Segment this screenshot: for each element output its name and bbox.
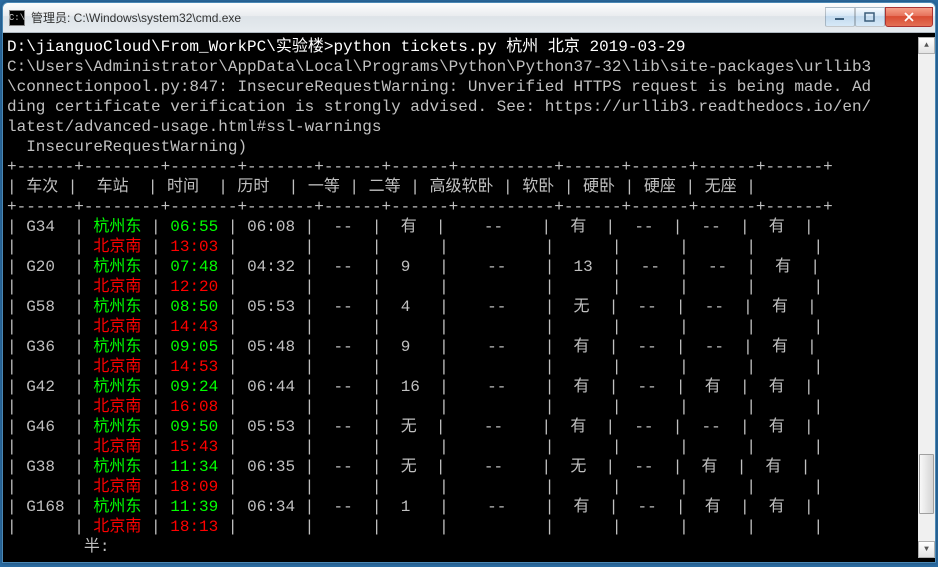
minimize-button[interactable] <box>825 7 855 27</box>
console-output[interactable]: D:\jianguoCloud\From_WorkPC\实验楼>python t… <box>7 37 917 558</box>
minimize-icon <box>834 12 846 22</box>
title-bar[interactable]: C:\ 管理员: C:\Windows\system32\cmd.exe <box>3 3 935 33</box>
window-title: 管理员: C:\Windows\system32\cmd.exe <box>31 9 825 26</box>
scroll-track[interactable] <box>918 54 935 541</box>
scroll-thumb[interactable] <box>919 454 934 514</box>
close-icon <box>903 12 915 22</box>
client-area: D:\jianguoCloud\From_WorkPC\实验楼>python t… <box>3 33 935 562</box>
maximize-button[interactable] <box>855 7 885 27</box>
window-controls <box>825 9 933 27</box>
scroll-up-button[interactable]: ▲ <box>918 37 935 54</box>
cmd-window: C:\ 管理员: C:\Windows\system32\cmd.exe D:\… <box>2 2 936 563</box>
cmd-icon: C:\ <box>9 10 25 26</box>
maximize-icon <box>864 12 876 22</box>
vertical-scrollbar[interactable]: ▲ ▼ <box>918 37 935 558</box>
close-button[interactable] <box>885 7 933 27</box>
scroll-down-button[interactable]: ▼ <box>918 541 935 558</box>
